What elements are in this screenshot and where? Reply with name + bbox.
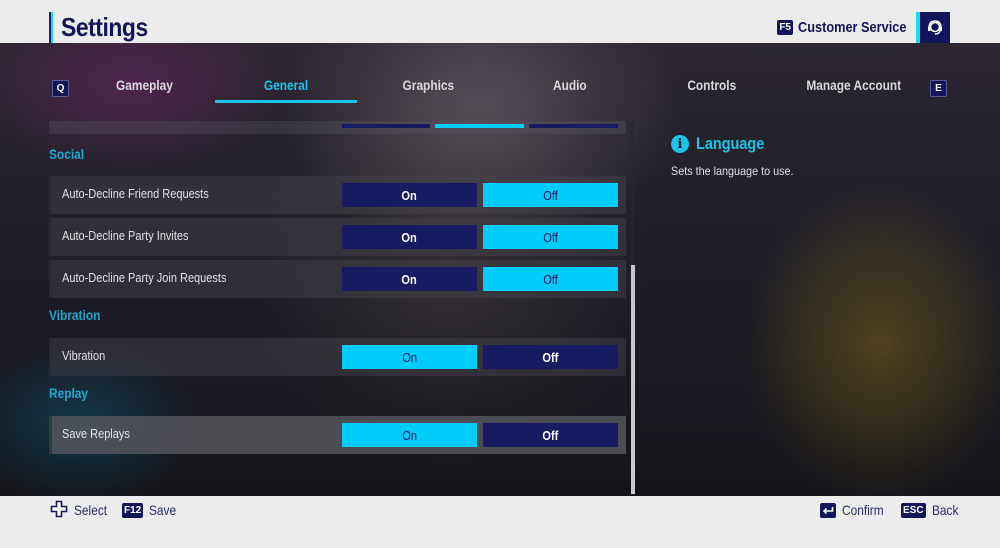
hint-confirm[interactable]: Confirm xyxy=(820,501,891,519)
hint-label: Back xyxy=(931,502,959,518)
option-on[interactable]: On xyxy=(342,345,477,369)
enter-key-icon xyxy=(820,502,836,518)
tab-controls[interactable]: Controls xyxy=(641,77,783,103)
tab-gameplay[interactable]: Gameplay xyxy=(73,77,215,103)
option-on[interactable]: On xyxy=(342,183,477,207)
option-off[interactable]: Off xyxy=(483,345,618,369)
key-hint-esc: ESC xyxy=(901,502,926,518)
tab-general[interactable]: General xyxy=(215,77,357,103)
option-label: Off xyxy=(543,187,558,203)
setting-label: Vibration xyxy=(62,349,106,363)
page-title-wrap: Settings xyxy=(49,12,160,43)
setting-row-auto-decline-party-join-requests[interactable]: Auto-Decline Party Join Requests On Off xyxy=(49,260,626,298)
tab-label: General xyxy=(263,77,309,93)
info-panel: i Language Sets the language to use. xyxy=(671,134,807,178)
tab-label: Audio xyxy=(553,77,587,93)
setting-row-vibration[interactable]: Vibration On Off xyxy=(49,338,626,376)
tab-label: Graphics xyxy=(402,77,454,93)
option-label: On xyxy=(401,187,418,203)
setting-label: Auto-Decline Friend Requests xyxy=(62,187,209,201)
scrollbar-thumb[interactable] xyxy=(631,265,635,494)
setting-row-save-replays[interactable]: Save Replays On Off xyxy=(49,416,626,454)
headset-icon[interactable] xyxy=(916,12,950,43)
section-title-vibration: Vibration xyxy=(49,307,101,323)
setting-row-auto-decline-friend-requests[interactable]: Auto-Decline Friend Requests On Off xyxy=(49,176,626,214)
option-label: Off xyxy=(543,271,558,287)
option-off[interactable]: Off xyxy=(483,267,618,291)
partial-setting-row[interactable] xyxy=(49,121,626,134)
footer-hints: Select F12 Save Confirm ESC Back xyxy=(0,496,1000,548)
tab-bar: Q Gameplay General Graphics Audio Contro… xyxy=(0,43,1000,103)
tab-prev-key-q[interactable]: Q xyxy=(52,80,69,97)
hint-label: Save xyxy=(149,502,177,518)
option-label: Off xyxy=(542,349,559,365)
option-off[interactable]: Off xyxy=(483,225,618,249)
setting-label: Auto-Decline Party Invites xyxy=(62,229,189,243)
info-title: Language xyxy=(696,134,765,153)
customer-service-button[interactable]: F5 Customer Service xyxy=(777,12,950,43)
info-description: Sets the language to use. xyxy=(671,164,794,178)
option-on[interactable]: On xyxy=(342,423,477,447)
settings-list: Social Auto-Decline Friend Requests On O… xyxy=(49,121,626,501)
option-on[interactable]: On xyxy=(342,225,477,249)
option-label: Off xyxy=(542,427,559,443)
tab-next-key-e[interactable]: E xyxy=(930,80,947,97)
option-label: On xyxy=(402,427,417,443)
option-label: Off xyxy=(543,229,558,245)
section-title-social: Social xyxy=(49,146,85,162)
partial-option[interactable] xyxy=(342,124,430,128)
info-icon: i xyxy=(671,135,689,153)
option-off[interactable]: Off xyxy=(483,423,618,447)
title-accent-bar xyxy=(49,12,53,43)
tab-audio[interactable]: Audio xyxy=(499,77,641,103)
settings-main: Q Gameplay General Graphics Audio Contro… xyxy=(0,43,1000,496)
key-hint-f12: F12 xyxy=(122,502,144,518)
dpad-icon xyxy=(50,500,68,521)
section-title-replay: Replay xyxy=(49,385,89,401)
setting-label: Save Replays xyxy=(62,427,130,441)
hint-label: Confirm xyxy=(842,502,884,518)
hint-select[interactable]: Select xyxy=(50,500,113,521)
partial-option[interactable] xyxy=(529,124,618,128)
tab-label: Gameplay xyxy=(115,77,173,93)
setting-row-auto-decline-party-invites[interactable]: Auto-Decline Party Invites On Off xyxy=(49,218,626,256)
option-label: On xyxy=(401,271,418,287)
setting-label: Auto-Decline Party Join Requests xyxy=(62,271,227,285)
option-label: On xyxy=(402,349,417,365)
info-header: i Language xyxy=(671,134,807,154)
hint-back[interactable]: ESC Back xyxy=(901,501,963,519)
tab-label: Controls xyxy=(687,77,737,93)
header: Settings F5 Customer Service xyxy=(0,0,1000,43)
option-label: On xyxy=(401,229,418,245)
page-title: Settings xyxy=(61,12,148,42)
hint-label: Select xyxy=(74,502,108,518)
tab-graphics[interactable]: Graphics xyxy=(357,77,499,103)
option-on[interactable]: On xyxy=(342,267,477,291)
tab-label: Manage Account xyxy=(806,77,902,93)
key-hint-f5: F5 xyxy=(777,20,793,35)
hint-save[interactable]: F12 Save xyxy=(122,501,181,519)
option-off[interactable]: Off xyxy=(483,183,618,207)
partial-option-selected[interactable] xyxy=(435,124,524,128)
customer-service-label: Customer Service xyxy=(798,19,907,36)
tab-manage-account[interactable]: Manage Account xyxy=(783,77,925,103)
